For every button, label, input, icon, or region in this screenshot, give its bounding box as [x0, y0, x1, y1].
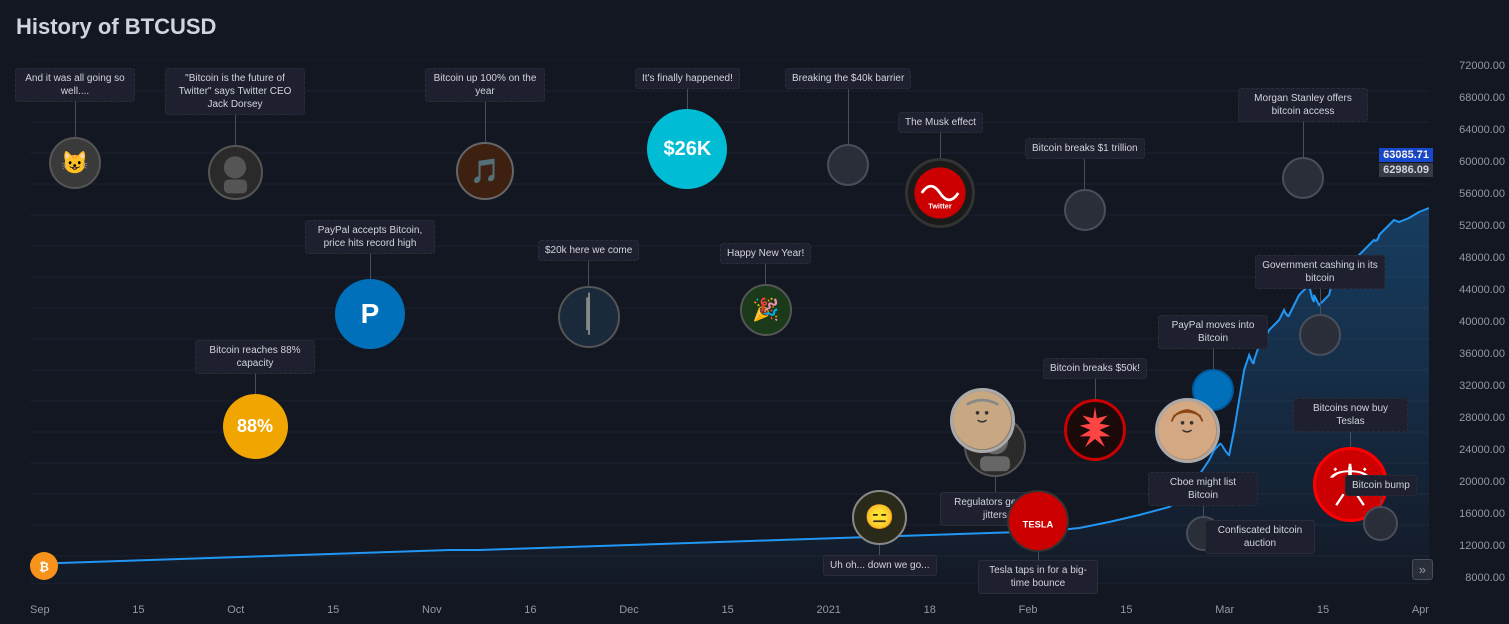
annotation-down: 😑 Uh oh... down we go...: [823, 490, 937, 576]
annotation-100pct: Bitcoin up 100% on the year 🎵: [425, 68, 545, 200]
annotation-26k: It's finally happened! $26K: [635, 68, 740, 189]
annotation-bitcoin-bump: Bitcoin bump: [1345, 475, 1417, 541]
annotation-going-well: And it was all going so well.... 😺: [15, 68, 135, 189]
annotation-paypal2: PayPal moves into Bitcoin: [1158, 315, 1268, 411]
annotation-twitter-ceo: "Bitcoin is the future of Twitter" says …: [165, 68, 305, 200]
annotation-88-capacity: Bitcoin reaches 88% capacity 88%: [195, 340, 315, 459]
annotation-janet: [950, 388, 1015, 453]
btcusd-icon: ₿: [30, 552, 58, 580]
y-axis: 72000.00 68000.00 64000.00 60000.00 5600…: [1434, 60, 1509, 584]
svg-text:₿: ₿: [39, 560, 49, 574]
annotation-woman-face: [1155, 398, 1220, 463]
svg-text:TESLA: TESLA: [1023, 520, 1054, 530]
svg-text:Twitter: Twitter: [929, 202, 953, 211]
annotation-morgan-stanley: Morgan Stanley offers bitcoin access: [1238, 88, 1368, 199]
annotation-confiscated: Confiscated bitcoin auction: [1205, 520, 1315, 554]
page-title: History of BTCUSD: [16, 14, 216, 40]
nav-button[interactable]: »: [1412, 559, 1433, 580]
annotation-musk-effect: The Musk effect Twitter: [898, 112, 983, 228]
annotation-20k: $20k here we come: [538, 240, 639, 348]
x-axis: Sep 15 Oct 15 Nov 16 Dec 15 2021 18 Feb …: [30, 604, 1429, 616]
annotation-50k: Bitcoin breaks $50k!: [1043, 358, 1147, 461]
annotation-happy-new-year: Happy New Year! 🎉: [720, 243, 811, 336]
annotation-1trillion: Bitcoin breaks $1 trillion: [1025, 138, 1145, 231]
annotation-40k: Breaking the $40k barrier: [785, 68, 911, 186]
chart-container: History of BTCUSD 72000.00 68000.00 6400…: [0, 0, 1509, 624]
annotation-paypal: PayPal accepts Bitcoin, price hits recor…: [305, 220, 435, 349]
annotation-government: Government cashing in its bitcoin: [1255, 255, 1385, 356]
annotation-tesla-bounce: TESLA Tesla taps in for a big-time bounc…: [978, 490, 1098, 594]
